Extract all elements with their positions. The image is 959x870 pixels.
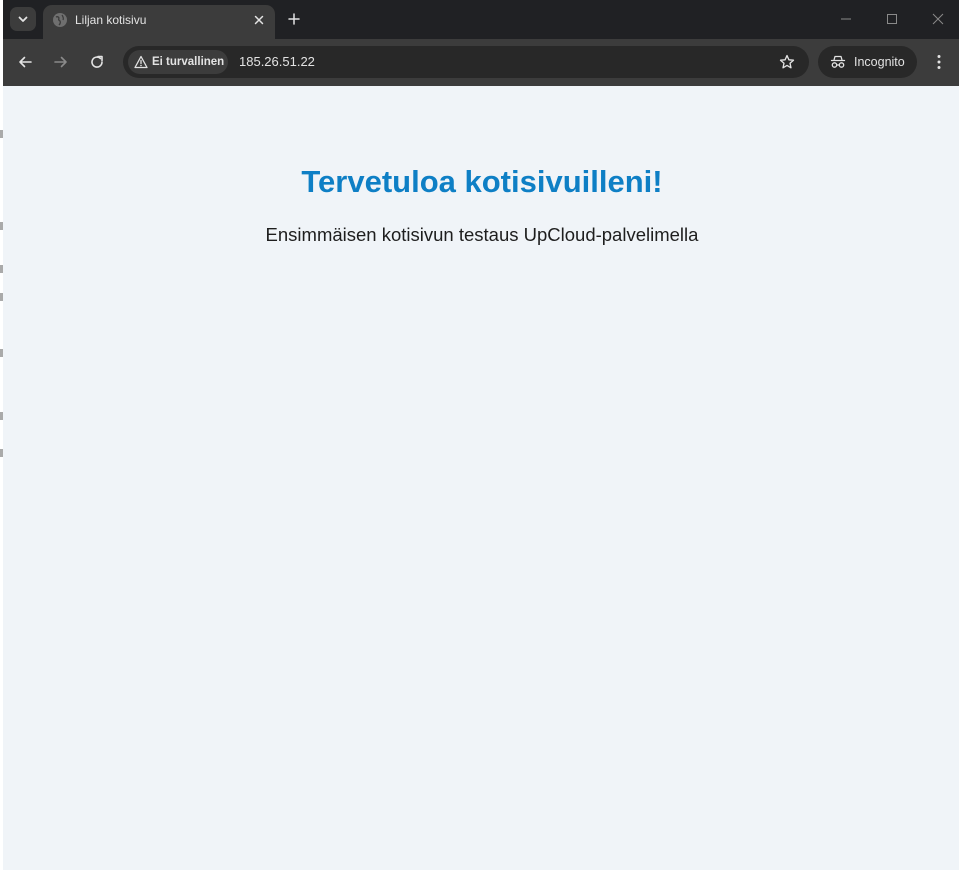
reload-button[interactable]: [86, 51, 108, 73]
minimize-button[interactable]: [836, 10, 856, 28]
chevron-down-icon: [18, 16, 28, 22]
address-bar[interactable]: Ei turvallinen 185.26.51.22: [123, 46, 809, 78]
close-icon[interactable]: [251, 12, 267, 28]
new-tab-button[interactable]: [283, 9, 305, 29]
minimize-icon: [841, 18, 851, 20]
tab-active[interactable]: Liljan kotisivu: [43, 5, 275, 39]
star-icon[interactable]: [779, 54, 795, 70]
more-vert-icon: [937, 55, 941, 69]
browser-window: Liljan kotisivu Ei turvallinen 185.26.51…: [3, 0, 959, 870]
tab-search-button[interactable]: [10, 7, 36, 31]
page-viewport: Tervetuloa kotisivuilleni! Ensimmäisen k…: [3, 86, 959, 870]
maximize-icon: [887, 14, 897, 24]
window-close-icon: [932, 13, 944, 25]
globe-icon: [53, 13, 67, 27]
page-subtitle: Ensimmäisen kotisivun testaus UpCloud-pa…: [265, 224, 699, 245]
incognito-icon: [830, 55, 846, 68]
arrow-right-icon: [54, 56, 67, 68]
window-close-button[interactable]: [928, 10, 948, 28]
back-button[interactable]: [14, 51, 36, 73]
incognito-button[interactable]: Incognito: [818, 46, 917, 78]
menu-button[interactable]: [929, 51, 949, 73]
page-title: Tervetuloa kotisivuilleni!: [301, 164, 663, 199]
incognito-label: Incognito: [854, 55, 905, 69]
tab-strip: Liljan kotisivu: [3, 0, 959, 39]
url-text[interactable]: 185.26.51.22: [239, 54, 315, 70]
maximize-button[interactable]: [882, 10, 902, 28]
forward-button[interactable]: [50, 51, 72, 73]
plus-icon: [288, 13, 300, 25]
security-chip[interactable]: Ei turvallinen: [128, 50, 228, 74]
reload-icon: [91, 55, 103, 68]
security-label: Ei turvallinen: [152, 56, 225, 68]
tab-title: Liljan kotisivu: [75, 13, 147, 27]
warning-icon: [134, 55, 148, 69]
toolbar: Ei turvallinen 185.26.51.22 Incognito: [3, 39, 959, 86]
arrow-left-icon: [19, 56, 32, 68]
